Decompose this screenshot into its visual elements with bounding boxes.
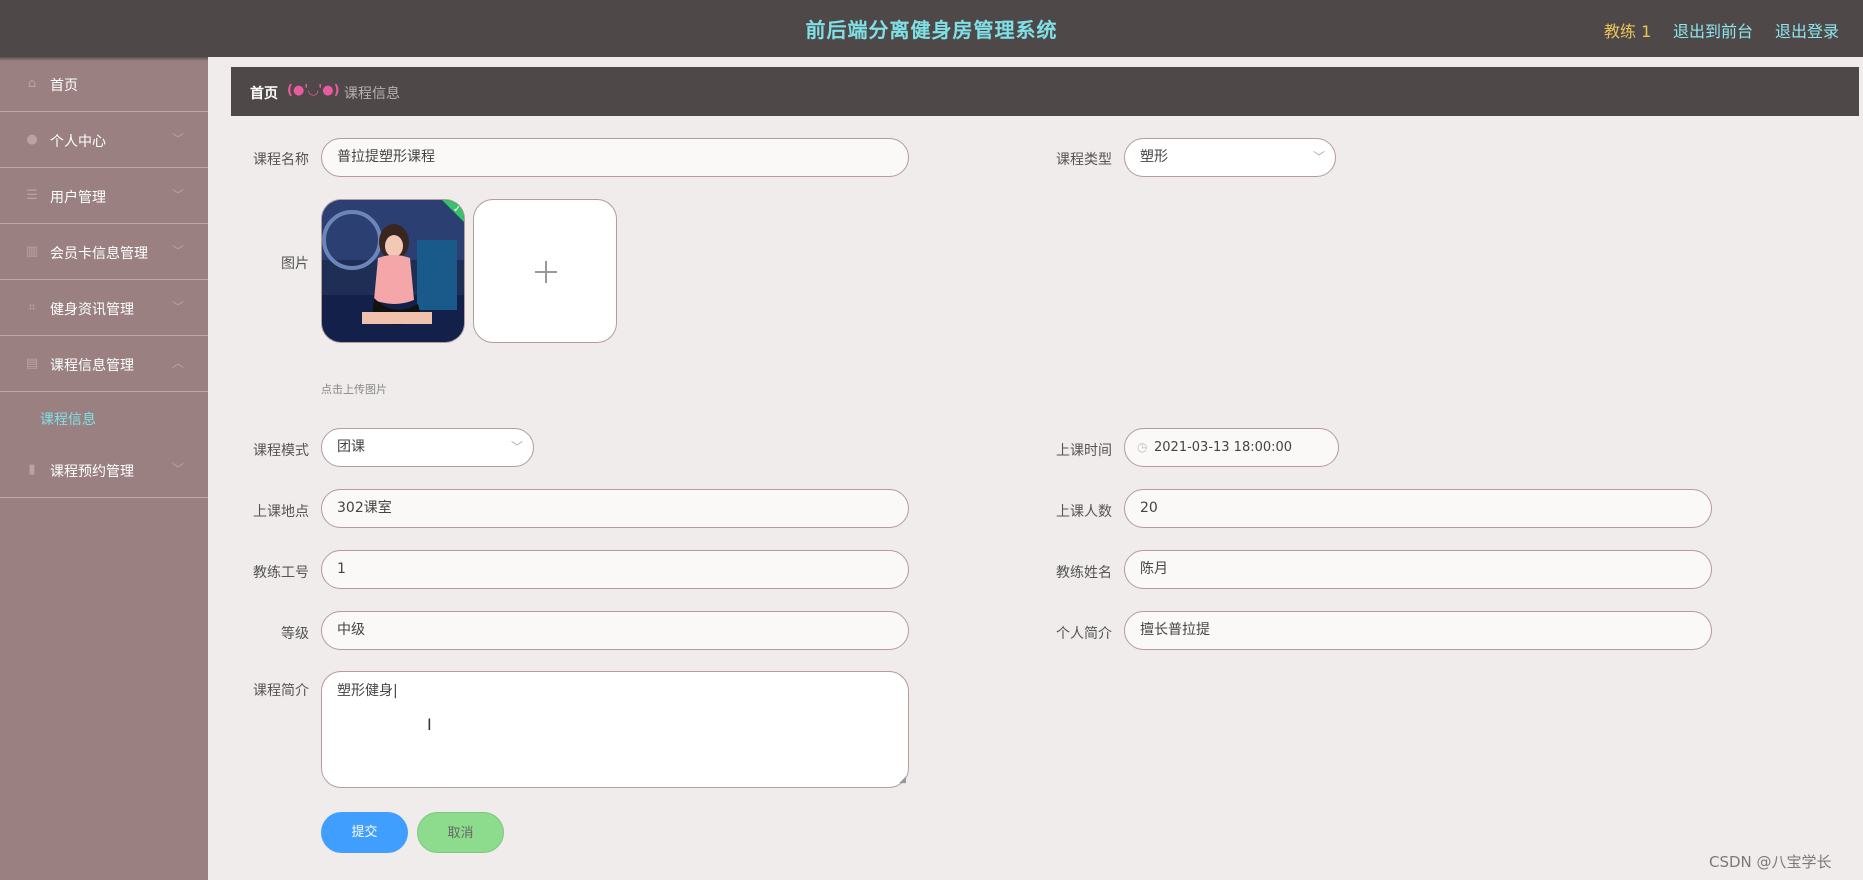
- coach-name-input[interactable]: 陈月: [1124, 550, 1712, 589]
- sidebar-item-label: 健身资讯管理: [50, 302, 134, 318]
- course-intro-label: 课程简介: [253, 683, 309, 699]
- sidebar-item-user-management[interactable]: ☰ 用户管理 ﹀: [0, 169, 208, 224]
- breadcrumb-current: 课程信息: [344, 86, 400, 102]
- upload-hint: 点击上传图片: [321, 383, 387, 396]
- cancel-button[interactable]: 取消: [417, 812, 504, 853]
- personal-intro-label: 个人简介: [1056, 626, 1112, 642]
- class-place-label: 上课地点: [253, 504, 309, 520]
- sidebar-item-member-card[interactable]: ▥ 会员卡信息管理 ﹀: [0, 225, 208, 280]
- course-name-input[interactable]: 普拉提塑形课程: [321, 138, 909, 177]
- chevron-down-icon: ﹀: [172, 188, 185, 202]
- sidebar-item-personal-center[interactable]: ● 个人中心 ﹀: [0, 113, 208, 168]
- chevron-up-icon: ︿: [172, 356, 185, 370]
- text-cursor-icon: I: [427, 715, 432, 734]
- course-form: 课程名称 普拉提塑形课程 课程类型 塑形 ﹀ 图片 ✓ 点击上传图片 课程模式 …: [231, 116, 1859, 880]
- coach-no-input[interactable]: 1: [321, 550, 909, 589]
- app-title: 前后端分离健身房管理系统: [805, 18, 1058, 42]
- breadcrumb: 首页 (●'◡'●) 课程信息: [231, 67, 1859, 116]
- course-image-thumbnail[interactable]: ✓: [321, 199, 465, 343]
- course-type-value: 塑形: [1140, 149, 1168, 165]
- upload-image-button[interactable]: [473, 199, 617, 343]
- news-icon: ⌗: [28, 300, 36, 315]
- logout-link[interactable]: 退出登录: [1775, 18, 1839, 42]
- watermark: CSDN @八宝学长: [1709, 853, 1832, 871]
- class-place-input[interactable]: 302课室: [321, 489, 909, 528]
- user-icon: ●: [26, 132, 38, 147]
- briefcase-icon: ▤: [25, 356, 39, 371]
- chevron-down-icon: ﹀: [172, 300, 185, 314]
- breadcrumb-home[interactable]: 首页: [250, 83, 278, 103]
- personal-intro-input[interactable]: 擅长普拉提: [1124, 611, 1712, 650]
- home-icon: ⌂: [27, 76, 37, 91]
- chevron-down-icon: ﹀: [1312, 150, 1325, 164]
- sidebar-item-label: 个人中心: [50, 134, 106, 150]
- level-input[interactable]: 中级: [321, 611, 909, 650]
- image-label: 图片: [281, 256, 309, 272]
- sidebar-item-home[interactable]: ⌂ 首页: [0, 57, 208, 112]
- sidebar-subitem-label: 课程信息: [40, 412, 96, 428]
- sidebar-item-label: 课程预约管理: [50, 464, 134, 480]
- sidebar-item-course-booking[interactable]: ▮ 课程预约管理 ﹀: [0, 443, 208, 498]
- sidebar-item-label: 用户管理: [50, 190, 106, 206]
- sidebar-subitem-course-info[interactable]: 课程信息: [0, 393, 208, 443]
- sidebar-item-label: 会员卡信息管理: [50, 246, 148, 262]
- resize-handle-icon[interactable]: ◢: [899, 775, 906, 785]
- course-intro-value: 塑形健身|: [337, 683, 398, 699]
- list-icon: ☰: [26, 188, 38, 203]
- coach-name-label: 教练姓名: [1056, 565, 1112, 581]
- course-type-select[interactable]: 塑形 ﹀: [1124, 138, 1336, 177]
- breadcrumb-emoticon: (●'◡'●): [287, 83, 340, 98]
- class-count-input[interactable]: 20: [1124, 489, 1712, 528]
- chevron-down-icon: ﹀: [510, 440, 523, 454]
- class-count-label: 上课人数: [1056, 504, 1112, 520]
- submit-button[interactable]: 提交: [321, 812, 408, 853]
- svg-text:✓: ✓: [453, 204, 461, 215]
- sidebar-item-label: 首页: [50, 78, 78, 94]
- chevron-down-icon: ﹀: [172, 132, 185, 146]
- course-image: ✓: [322, 200, 464, 342]
- chevron-down-icon: ﹀: [172, 244, 185, 258]
- sidebar-item-fitness-news[interactable]: ⌗ 健身资讯管理 ﹀: [0, 281, 208, 336]
- level-label: 等级: [281, 626, 309, 642]
- course-mode-label: 课程模式: [253, 443, 309, 459]
- sidebar-item-label: 课程信息管理: [50, 358, 134, 374]
- class-time-label: 上课时间: [1056, 443, 1112, 459]
- course-name-label: 课程名称: [253, 152, 309, 168]
- chevron-down-icon: ﹀: [172, 462, 185, 476]
- top-header: 前后端分离健身房管理系统 教练 1 退出到前台 退出登录: [0, 0, 1863, 57]
- clock-icon: ◷: [1137, 440, 1148, 454]
- class-time-picker[interactable]: ◷ 2021-03-13 18:00:00: [1124, 428, 1339, 467]
- chart-icon: ▮: [28, 462, 36, 477]
- current-user: 教练 1: [1604, 22, 1652, 41]
- course-intro-textarea[interactable]: 塑形健身| ◢: [321, 671, 909, 788]
- sidebar-item-course-info[interactable]: ▤ 课程信息管理 ︿: [0, 337, 208, 392]
- exit-to-front-link[interactable]: 退出到前台: [1673, 18, 1753, 42]
- course-type-label: 课程类型: [1056, 152, 1112, 168]
- course-mode-value: 团课: [337, 439, 365, 455]
- course-mode-select[interactable]: 团课 ﹀: [321, 428, 534, 467]
- coach-no-label: 教练工号: [253, 565, 309, 581]
- card-icon: ▥: [25, 244, 39, 259]
- class-time-value: 2021-03-13 18:00:00: [1154, 440, 1293, 455]
- sidebar: ⌂ 首页 ● 个人中心 ﹀ ☰ 用户管理 ﹀ ▥ 会员卡信息管理 ﹀ ⌗ 健身资…: [0, 57, 208, 880]
